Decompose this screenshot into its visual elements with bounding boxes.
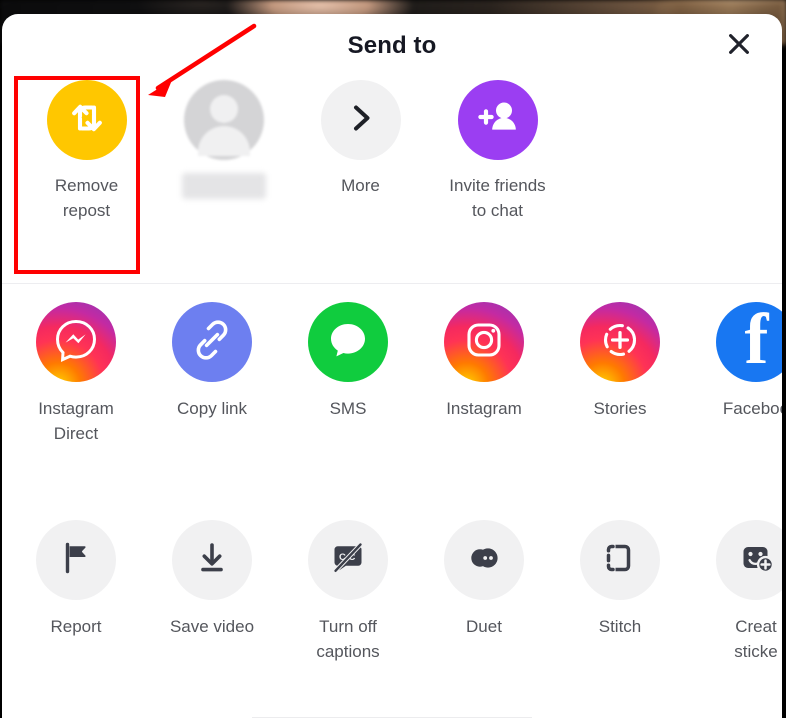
create-sticker-bubble	[716, 520, 782, 600]
video-actions-row: Report Save video C C Turn off captions …	[2, 502, 782, 716]
action-invite-friends[interactable]: Invite friends to chat	[429, 80, 566, 223]
add-person-icon	[474, 94, 522, 147]
captions-off-icon: C C	[327, 537, 369, 584]
action-label: Stitch	[598, 617, 642, 636]
facebook-bubble: f	[716, 302, 782, 382]
instagram-direct-bubble	[36, 302, 116, 382]
save-video-bubble	[172, 520, 252, 600]
app-root: Send to Remove repost More Invite friend…	[0, 0, 786, 718]
instagram-bubble	[444, 302, 524, 382]
stitch-icon	[600, 538, 640, 583]
share-label: SMS	[329, 399, 367, 418]
link-icon	[188, 316, 236, 369]
instagram-stories-icon	[595, 315, 645, 370]
share-label: Stories	[593, 399, 647, 418]
action-label: Duet	[466, 617, 502, 636]
sms-bubble	[308, 302, 388, 382]
action-label: Save video	[169, 617, 255, 636]
chevron-right-icon	[344, 101, 378, 140]
action-label: Turn off captions	[316, 617, 380, 661]
share-label: Instagram	[446, 399, 522, 418]
share-sheet-header: Send to	[2, 14, 782, 80]
instagram-direct-icon	[50, 314, 102, 371]
repost-icon	[64, 95, 110, 146]
share-instagram[interactable]: Instagram	[416, 302, 552, 421]
action-label: Invite friends to chat	[449, 176, 546, 220]
action-label: More	[341, 176, 380, 195]
share-copy-link[interactable]: Copy link	[144, 302, 280, 421]
report-bubble	[36, 520, 116, 600]
captions-bubble: C C	[308, 520, 388, 600]
action-stitch[interactable]: Stitch	[552, 520, 688, 639]
avatar	[183, 80, 264, 160]
share-instagram-direct[interactable]: Instagram Direct	[8, 302, 144, 446]
invite-bubble	[457, 80, 538, 160]
action-label: Report	[50, 617, 102, 636]
action-turn-off-captions[interactable]: C C Turn off captions	[280, 520, 416, 664]
share-label: Copy link	[177, 399, 247, 418]
duet-bubble	[444, 520, 524, 600]
share-label: Faceboo	[722, 399, 782, 418]
page-title: Send to	[347, 32, 437, 59]
share-sheet-panel: Send to Remove repost More Invite friend…	[2, 14, 782, 718]
action-label: Creat sticke	[734, 617, 778, 661]
action-more[interactable]: More	[292, 80, 429, 198]
action-save-video[interactable]: Save video	[144, 520, 280, 639]
message-bubble-icon	[323, 315, 373, 370]
action-duet[interactable]: Duet	[416, 520, 552, 639]
action-label: Remove repost	[54, 176, 119, 220]
action-report[interactable]: Report	[8, 520, 144, 639]
avatar-head-icon	[209, 95, 238, 123]
download-icon	[192, 538, 232, 583]
share-sms[interactable]: SMS	[280, 302, 416, 421]
primary-actions-row: Remove repost More Invite friends to cha…	[2, 80, 782, 283]
avatar-body-icon	[197, 126, 250, 156]
share-label: Instagram Direct	[38, 399, 114, 443]
action-remove-repost[interactable]: Remove repost	[18, 80, 155, 223]
facebook-icon: f	[744, 299, 769, 379]
close-button[interactable]	[722, 27, 756, 61]
create-sticker-icon	[735, 537, 777, 584]
more-bubble	[320, 80, 401, 160]
stitch-bubble	[580, 520, 660, 600]
share-targets-row: Instagram Direct Copy link SMS Instagram…	[2, 284, 782, 502]
duet-icon	[463, 537, 505, 584]
flag-icon	[56, 538, 96, 583]
action-create-sticker[interactable]: Creat sticke	[688, 520, 782, 664]
share-facebook[interactable]: f Faceboo	[688, 302, 782, 421]
instagram-icon	[459, 315, 509, 370]
close-icon	[726, 31, 752, 57]
stories-bubble	[580, 302, 660, 382]
contact-name-redacted	[181, 173, 266, 199]
contact-suggestion[interactable]	[155, 80, 292, 199]
repost-bubble	[46, 80, 127, 160]
copy-link-bubble	[172, 302, 252, 382]
share-instagram-stories[interactable]: Stories	[552, 302, 688, 421]
